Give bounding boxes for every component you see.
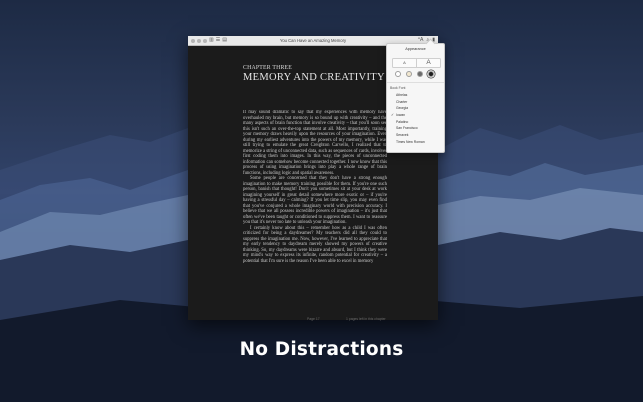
contents-icon[interactable]: ☰	[216, 36, 220, 45]
font-option-label: Seravek	[396, 133, 409, 138]
chapter-label: CHAPTER THREE	[243, 65, 293, 71]
marketing-caption: No Distractions	[239, 339, 404, 360]
font-option[interactable]: Athelas	[390, 92, 442, 99]
zoom-window-button[interactable]	[203, 38, 207, 43]
font-option[interactable]: Georgia	[390, 105, 442, 112]
minimize-window-button[interactable]	[197, 38, 201, 43]
font-option[interactable]: Charter	[390, 99, 442, 106]
pages-left: 1 pages left in this chapter	[346, 317, 386, 321]
theme-sepia-swatch[interactable]	[406, 71, 412, 77]
increase-font-button[interactable]: A	[417, 59, 440, 67]
theme-white-swatch[interactable]	[395, 71, 401, 77]
font-option-label: Iowan	[396, 113, 406, 118]
font-list: Athelas Charter Georgia ✓ Iowan Palatino …	[390, 92, 442, 146]
font-option[interactable]: San Francisco	[390, 125, 442, 132]
font-option-label: Charter	[396, 99, 408, 104]
paragraph: Some people are concerned that they don'…	[243, 176, 387, 225]
font-option-label: Palatino	[396, 119, 409, 124]
appearance-popover: Appearance A A Book Font Athelas Charter…	[386, 43, 445, 153]
close-window-button[interactable]	[191, 38, 195, 43]
font-option[interactable]: Seravek	[390, 132, 442, 139]
divider	[387, 82, 444, 83]
font-size-control: A A	[392, 58, 441, 68]
library-icon[interactable]: ▥	[209, 36, 214, 45]
font-option[interactable]: ✓ Iowan	[390, 112, 442, 119]
checkmark-icon: ✓	[391, 113, 395, 118]
theme-night-swatch[interactable]	[428, 71, 434, 77]
paragraph: I certainly know about this – remember h…	[243, 225, 387, 264]
notes-icon[interactable]: ▤	[222, 36, 227, 45]
window-controls	[191, 38, 207, 43]
font-option-label: Times New Roman	[396, 139, 425, 144]
theme-picker	[395, 71, 434, 77]
font-option[interactable]: Palatino	[390, 119, 442, 126]
font-option-label: San Francisco	[396, 126, 418, 131]
chapter-title: MEMORY AND CREATIVITY	[243, 72, 385, 83]
decrease-font-button[interactable]: A	[393, 59, 417, 67]
theme-gray-swatch[interactable]	[417, 71, 423, 77]
font-option-label: Athelas	[396, 93, 408, 97]
popover-title: Appearance	[405, 47, 426, 51]
paragraph: It may sound dramatic to say that my exp…	[243, 110, 387, 176]
page-number: Page 17	[307, 317, 320, 321]
font-option[interactable]: Times New Roman	[390, 139, 442, 146]
font-option-label: Georgia	[396, 106, 409, 111]
book-body-text: It may sound dramatic to say that my exp…	[243, 110, 387, 314]
book-font-heading: Book Font	[390, 86, 406, 90]
